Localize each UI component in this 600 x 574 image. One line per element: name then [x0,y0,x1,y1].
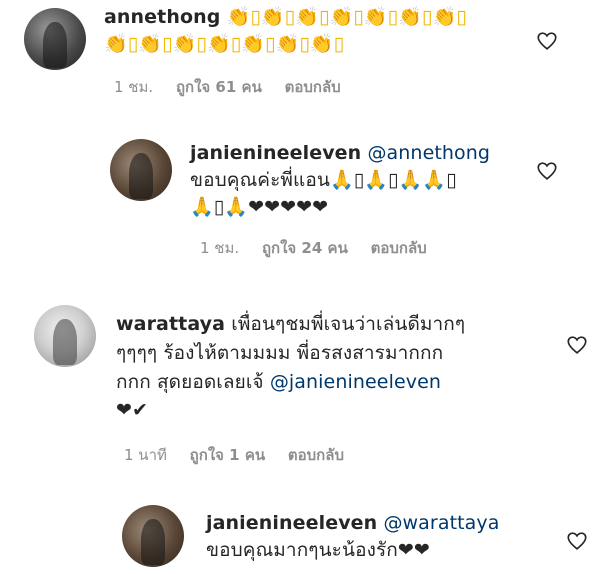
username-link[interactable]: annethong [104,6,220,28]
comment-line: กกก สุดยอดเลยเจ้ [116,371,264,393]
timestamp: 1 นาที [124,446,167,464]
comment-line: 🙏▯🙏❤❤❤❤❤ [190,196,329,218]
avatar[interactable] [34,305,96,367]
heart-icon[interactable] [536,30,558,52]
comment-text: กกก สุดยอดเลยเจ้ @janienineeleven [116,369,441,396]
comment-text: warattaya เพื่อนๆชมพี่เจนว่าเล่นดีมากๆ [116,311,465,338]
comment-line: ขอบคุณค่ะพี่แอน🙏▯🙏▯🙏🙏▯ [190,169,457,191]
username-link[interactable]: janienineeleven [190,142,361,164]
username-link[interactable]: janienineeleven [206,512,377,534]
comment-meta: 1 นาที ถูกใจ 1 คน ตอบกลับ [124,443,362,467]
comment-meta: 1 ชม. ถูกใจ 61 คน ตอบกลับ [114,75,359,99]
comment-line: ๆๆๆๆ ร้องไห้ตามมมม พี่อรสงสารมากกก [116,342,444,364]
avatar[interactable] [122,505,184,567]
comment-text: annethong 👏▯👏▯👏▯👏▯👏▯👏▯👏▯ [104,4,467,31]
avatar[interactable] [24,8,86,70]
comment-line: 👏▯👏▯👏▯👏▯👏▯👏▯👏▯ [226,6,467,28]
heart-icon[interactable] [566,530,588,552]
likes-count-link[interactable]: ถูกใจ 61 คน [176,78,262,96]
likes-count-link[interactable]: ถูกใจ 24 คน [262,239,348,257]
comment-meta: 1 ชม. ถูกใจ 24 คน ตอบกลับ [200,236,445,260]
comment-line: 👏▯👏▯👏▯👏▯👏▯👏▯👏▯ [104,33,345,55]
comment-text: janienineeleven @warattaya [206,510,500,537]
heart-icon[interactable] [566,334,588,356]
likes-count-link[interactable]: ถูกใจ 1 คน [190,446,265,464]
username-link[interactable]: warattaya [116,313,225,335]
reply-button[interactable]: ตอบกลับ [285,78,341,96]
reply-button[interactable]: ตอบกลับ [288,446,344,464]
mention-link[interactable]: @janienineeleven [270,371,441,393]
comment-line: ❤✔ [116,399,149,421]
timestamp: 1 ชม. [200,239,240,257]
comment-line: เพื่อนๆชมพี่เจนว่าเล่นดีมากๆ [231,313,466,335]
avatar[interactable] [110,139,172,201]
reply-button[interactable]: ตอบกลับ [371,239,427,257]
timestamp: 1 ชม. [114,78,154,96]
mention-link[interactable]: @warattaya [383,512,499,534]
comment-text: janienineeleven @annethong [190,140,490,167]
heart-icon[interactable] [536,160,558,182]
comment-line: ขอบคุณมากๆนะน้องรัก❤❤ [206,539,430,561]
mention-link[interactable]: @annethong [367,142,490,164]
